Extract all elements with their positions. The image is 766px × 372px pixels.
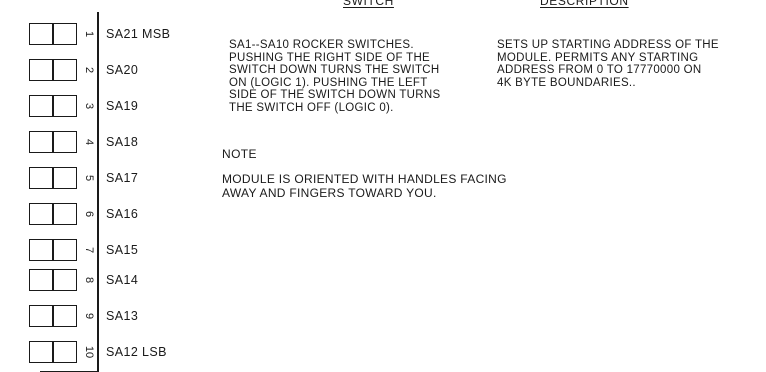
rocker-switch[interactable] <box>29 167 77 189</box>
switch-number: 4 <box>83 138 95 146</box>
switch-label: SA20 <box>106 63 139 77</box>
note-title: NOTE <box>222 147 257 161</box>
switch-label: SA13 <box>106 309 139 323</box>
switch-description-text: SETS UP STARTING ADDRESS OF THE MODULE. … <box>497 39 719 89</box>
note-text: MODULE IS ORIENTED WITH HANDLES FACING A… <box>222 172 507 200</box>
switch-number: 9 <box>83 312 95 320</box>
switch-number: 8 <box>83 276 95 284</box>
rocker-divider <box>52 270 54 290</box>
switch-label: SA17 <box>106 171 139 185</box>
switch-row: 9 SA13 <box>0 296 200 332</box>
switch-label: SA21 MSB <box>106 27 171 41</box>
switch-label: SA18 <box>106 135 139 149</box>
switch-row: 5 SA17 <box>0 158 200 194</box>
rocker-switch[interactable] <box>29 341 77 363</box>
rocker-divider <box>52 240 54 260</box>
rocker-divider <box>52 342 54 362</box>
rocker-divider <box>52 60 54 80</box>
switch-row: 10 SA12 LSB <box>0 332 200 368</box>
switch-function-text: SA1--SA10 ROCKER SWITCHES. PUSHING THE R… <box>229 39 441 114</box>
switch-number: 7 <box>83 246 95 254</box>
switch-label: SA15 <box>106 243 139 257</box>
rocker-switch[interactable] <box>29 131 77 153</box>
switch-number: 6 <box>83 210 95 218</box>
switch-number: 5 <box>83 174 95 182</box>
rocker-switch[interactable] <box>29 23 77 45</box>
rocker-switch[interactable] <box>29 59 77 81</box>
rocker-switch[interactable] <box>29 203 77 225</box>
rocker-divider <box>52 306 54 326</box>
rocker-divider <box>52 96 54 116</box>
switch-row: 3 SA19 <box>0 86 200 122</box>
switch-row: 1 SA21 MSB <box>0 14 200 50</box>
switch-number: 3 <box>83 102 95 110</box>
switch-label: SA12 LSB <box>106 345 167 359</box>
switch-row: 8 SA14 <box>0 260 200 296</box>
switch-number: 2 <box>83 66 95 74</box>
rocker-divider <box>52 204 54 224</box>
rocker-divider <box>52 132 54 152</box>
rocker-switch[interactable] <box>29 305 77 327</box>
switch-column-header: SWITCH <box>343 0 394 8</box>
switch-number: 1 <box>83 30 95 38</box>
switch-row: 4 SA18 <box>0 122 200 158</box>
switch-number: 10 <box>83 345 95 359</box>
rocker-switch[interactable] <box>29 95 77 117</box>
rocker-switch[interactable] <box>29 239 77 261</box>
rocker-switch[interactable] <box>29 269 77 291</box>
description-column-header: DESCRIPTION <box>540 0 629 8</box>
rocker-divider <box>52 168 54 188</box>
rocker-divider <box>52 24 54 44</box>
switch-label: SA19 <box>106 99 139 113</box>
switch-row: 6 SA16 <box>0 194 200 230</box>
switch-row: 2 SA20 <box>0 50 200 86</box>
switch-label: SA16 <box>106 207 139 221</box>
switch-label: SA14 <box>106 273 139 287</box>
